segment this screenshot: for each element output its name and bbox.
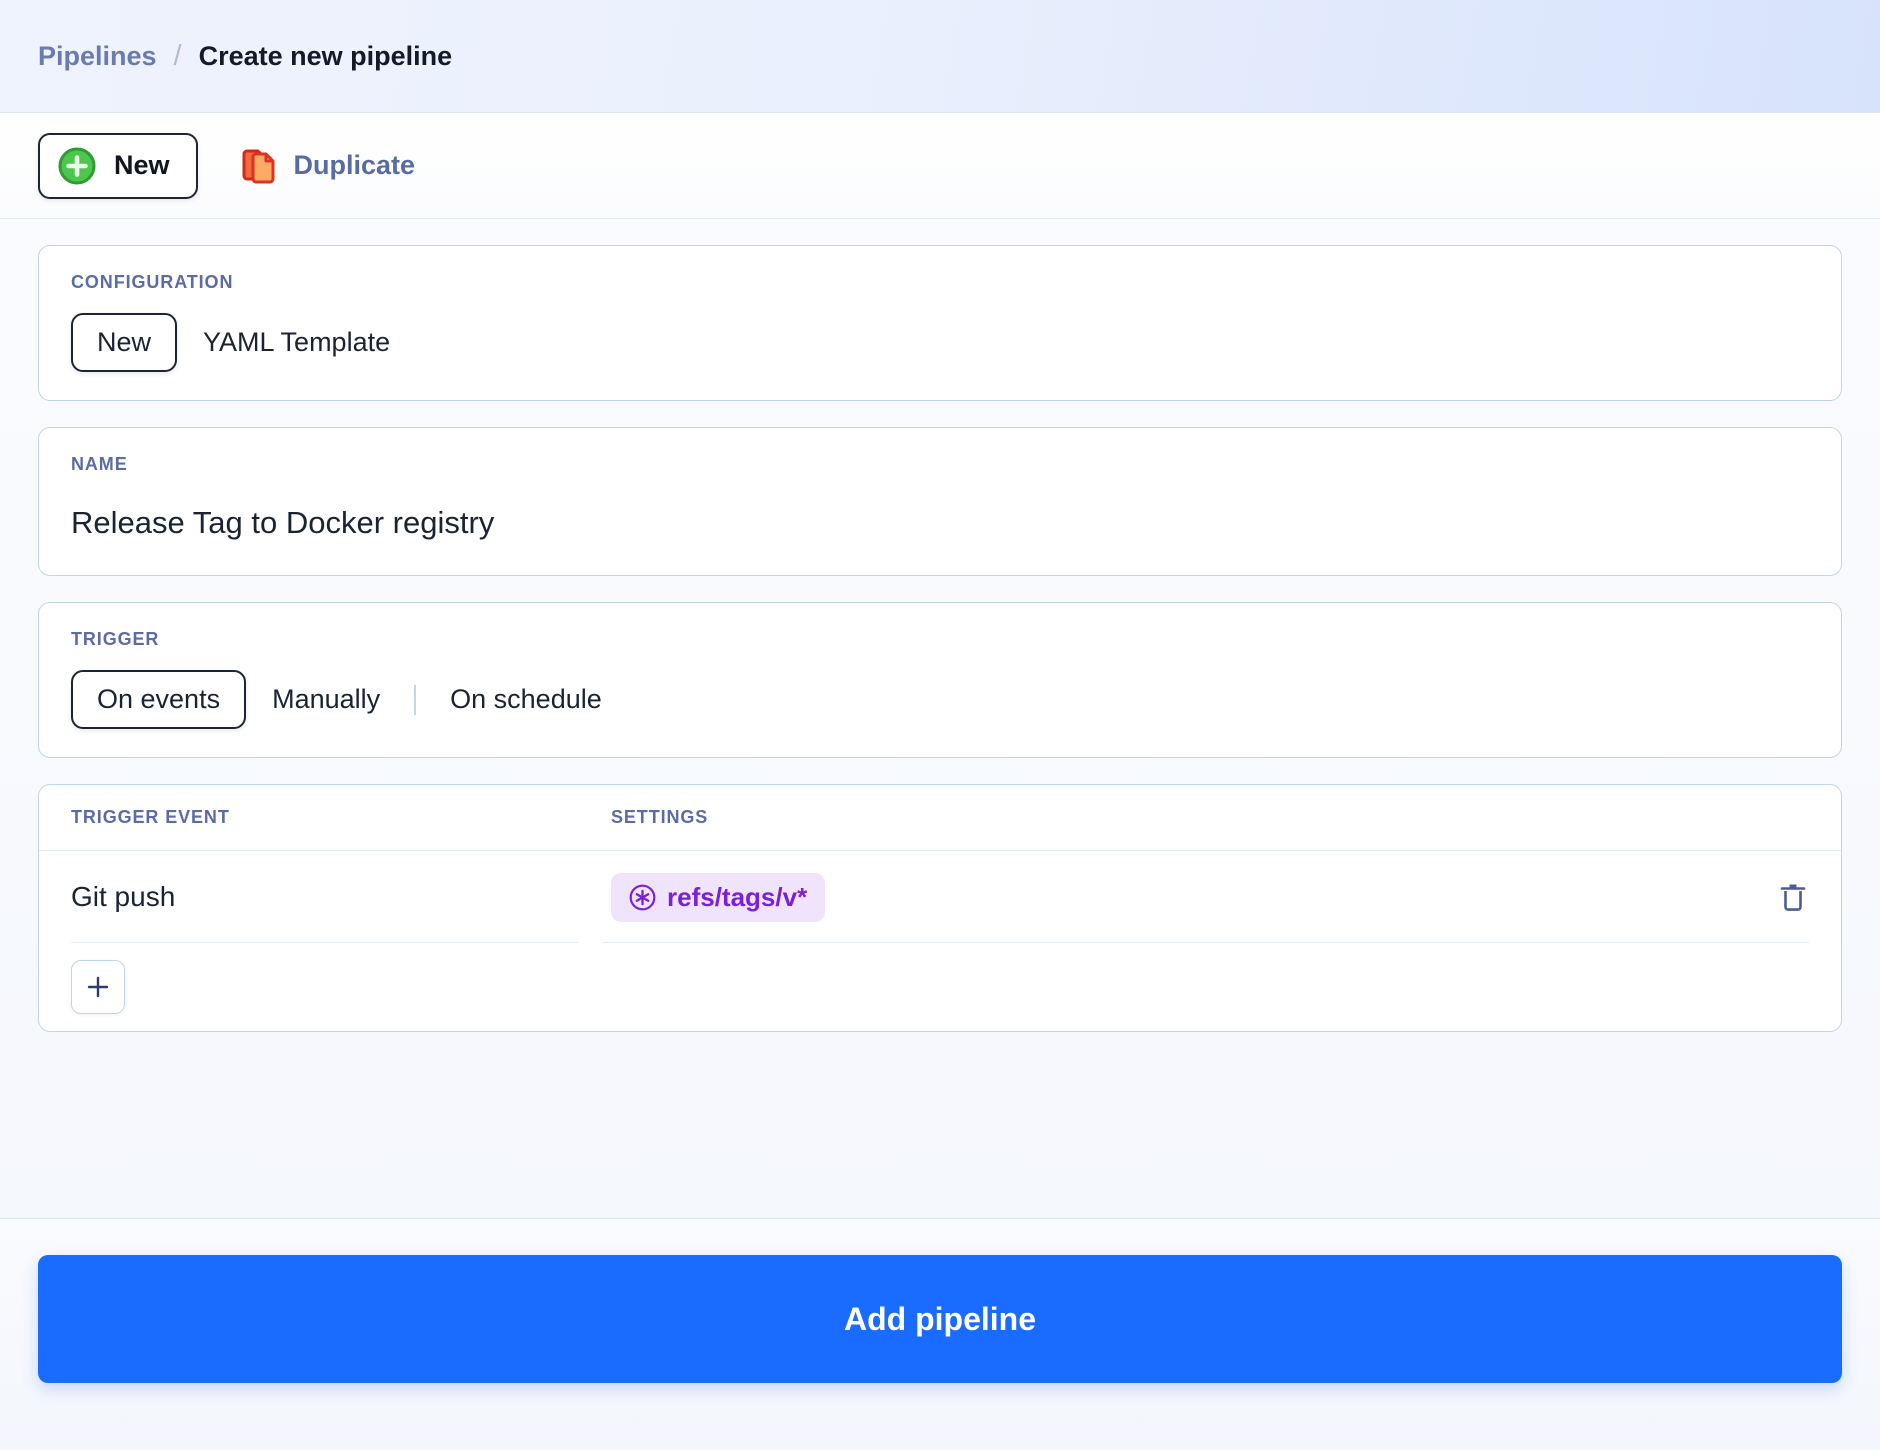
- duplicate-documents-icon: [240, 146, 278, 186]
- cell-settings: refs/tags/v*: [611, 872, 1739, 922]
- name-input[interactable]: [71, 505, 1809, 541]
- configuration-option-yaml-template[interactable]: YAML Template: [177, 313, 416, 372]
- duplicate-button-label: Duplicate: [293, 150, 416, 180]
- cell-trigger-event: Git push: [71, 881, 176, 912]
- trigger-options-divider: [414, 684, 417, 715]
- name-card: NAME: [38, 427, 1842, 576]
- footer: Add pipeline: [0, 1218, 1880, 1450]
- new-button[interactable]: New: [38, 132, 198, 199]
- add-trigger-event-button[interactable]: [71, 960, 125, 1014]
- column-header-settings: SETTINGS: [611, 807, 709, 827]
- configuration-option-new[interactable]: New: [71, 313, 178, 372]
- configuration-card: CONFIGURATION New YAML Template: [38, 245, 1842, 401]
- duplicate-button[interactable]: Duplicate: [234, 133, 422, 199]
- plus-icon: [85, 974, 111, 1000]
- trigger-segmented-control: On events Manually On schedule: [71, 670, 1809, 729]
- trigger-card: TRIGGER On events Manually On schedule: [38, 602, 1842, 758]
- trigger-events-table-header: TRIGGER EVENT SETTINGS: [39, 785, 1841, 851]
- breadcrumb-current-page: Create new pipeline: [198, 40, 453, 71]
- create-pipeline-page: Pipelines / Create new pipeline New Dupl…: [0, 0, 1880, 1450]
- add-pipeline-button[interactable]: Add pipeline: [38, 1255, 1842, 1383]
- cell-actions: [1739, 880, 1809, 914]
- trigger-label: TRIGGER: [71, 629, 160, 649]
- trigger-events-card: TRIGGER EVENT SETTINGS Git push refs/tag…: [38, 784, 1842, 1032]
- column-header-trigger-event: TRIGGER EVENT: [71, 807, 230, 827]
- breadcrumb-link-pipelines[interactable]: Pipelines: [38, 41, 157, 72]
- trigger-option-manually[interactable]: Manually: [246, 670, 406, 729]
- breadcrumb-bar: Pipelines / Create new pipeline: [0, 0, 1880, 113]
- row-separator-gap: [579, 941, 603, 943]
- name-label: NAME: [71, 454, 128, 474]
- settings-badge-refs-tags[interactable]: refs/tags/v*: [611, 872, 826, 922]
- trigger-events-table-footer: [39, 943, 1841, 1031]
- breadcrumb-separator: /: [173, 39, 182, 72]
- trash-icon[interactable]: [1777, 880, 1809, 914]
- configuration-label: CONFIGURATION: [71, 272, 234, 292]
- asterisk-circle-icon: [629, 884, 656, 911]
- table-row: Git push refs/tags/v*: [39, 851, 1841, 943]
- settings-badge-label: refs/tags/v*: [667, 881, 808, 912]
- new-button-label: New: [114, 150, 170, 180]
- breadcrumb: Pipelines / Create new pipeline: [38, 40, 452, 73]
- trigger-option-on-events[interactable]: On events: [71, 670, 247, 729]
- trigger-option-on-schedule[interactable]: On schedule: [424, 670, 628, 729]
- plus-circle-icon: [58, 147, 96, 185]
- configuration-segmented-control: New YAML Template: [71, 313, 1809, 372]
- form-content: CONFIGURATION New YAML Template NAME TRI…: [0, 219, 1880, 1218]
- toolbar: New Duplicate: [0, 113, 1880, 219]
